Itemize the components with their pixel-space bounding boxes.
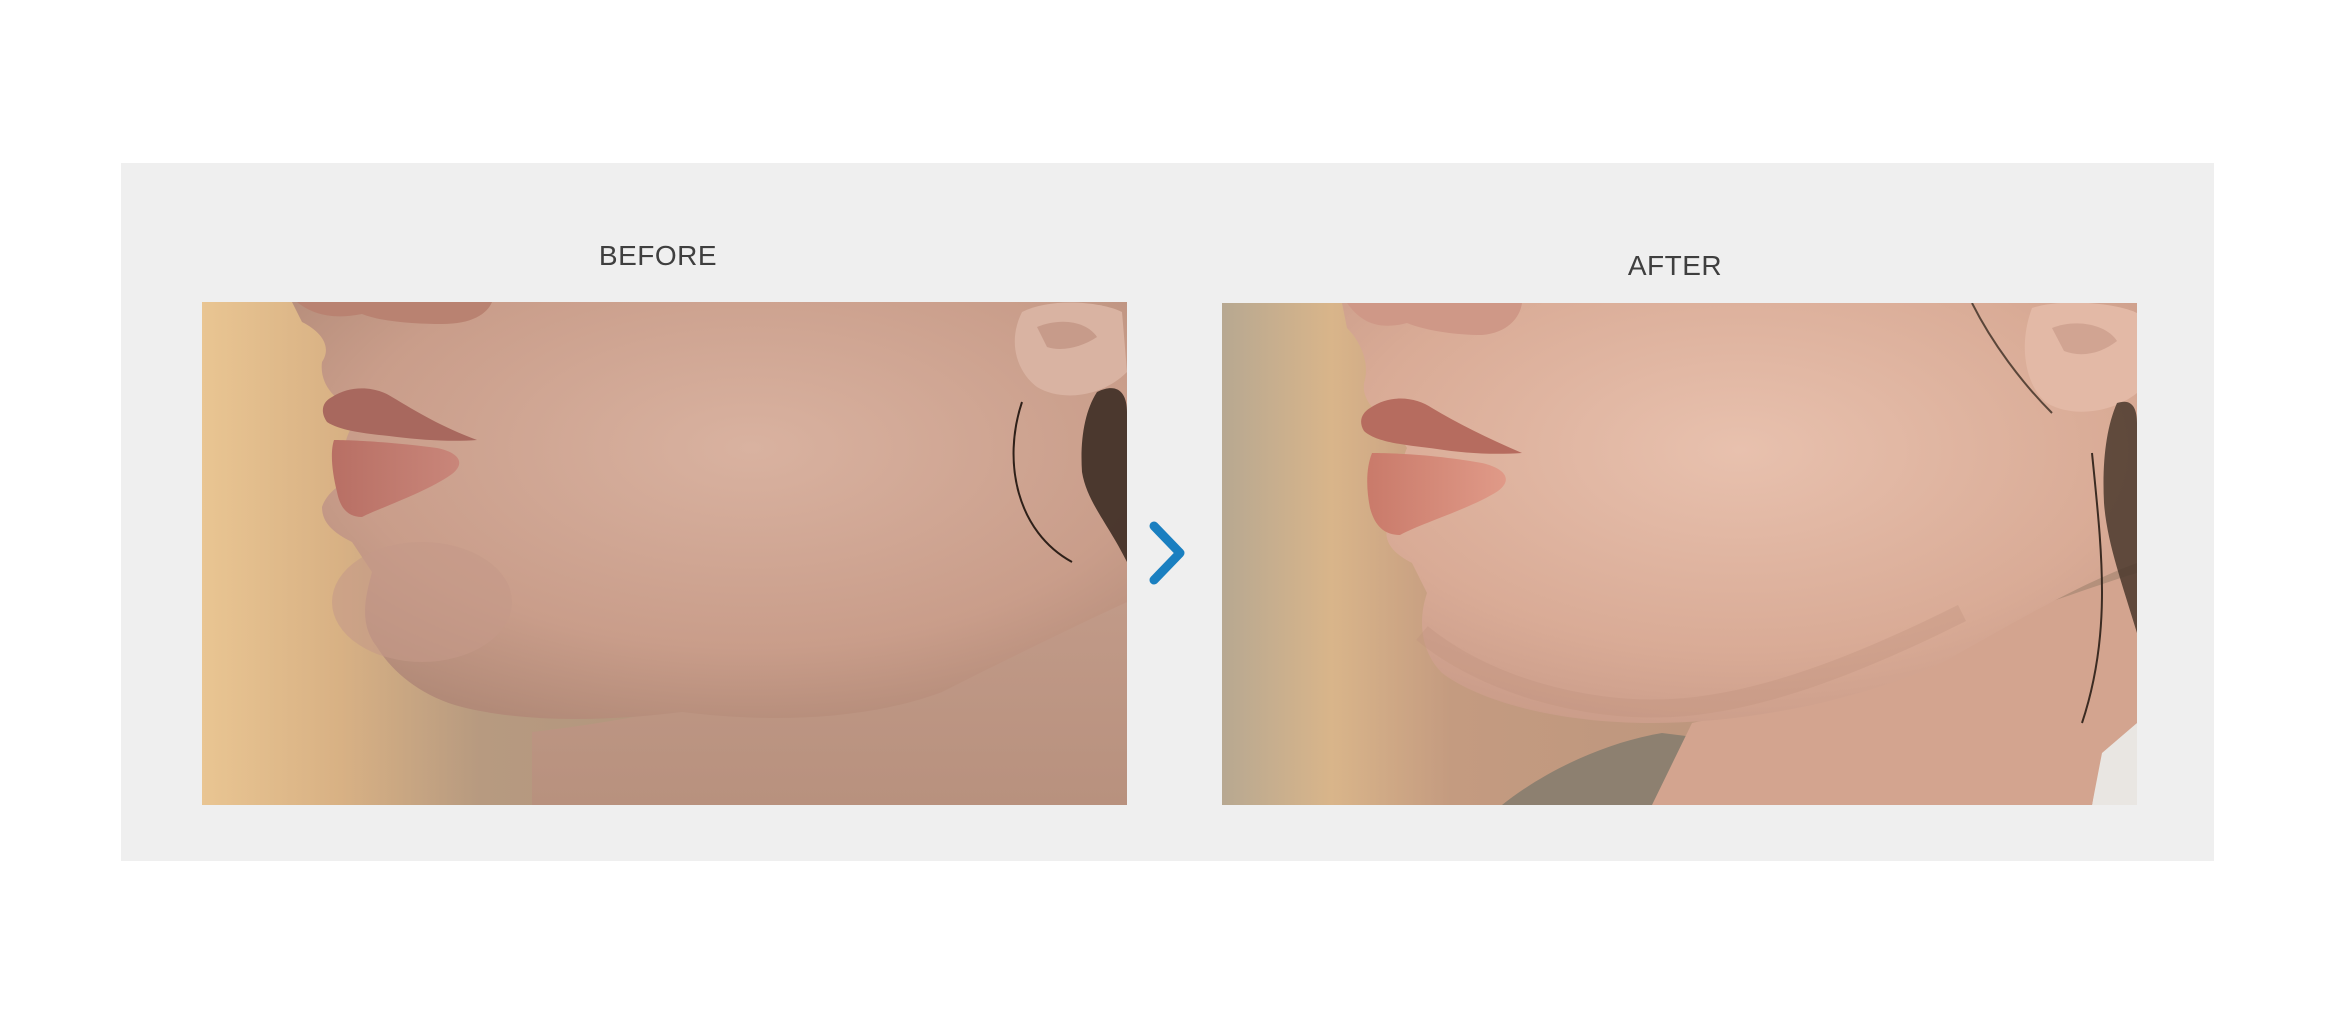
after-label: AFTER (1627, 250, 1723, 281)
before-photo-illustration (202, 302, 1127, 805)
before-photo (202, 302, 1127, 805)
before-label: BEFORE (598, 240, 718, 271)
after-photo (1222, 303, 2137, 805)
chevron-right-icon (1146, 518, 1190, 588)
after-photo-illustration (1222, 303, 2137, 805)
